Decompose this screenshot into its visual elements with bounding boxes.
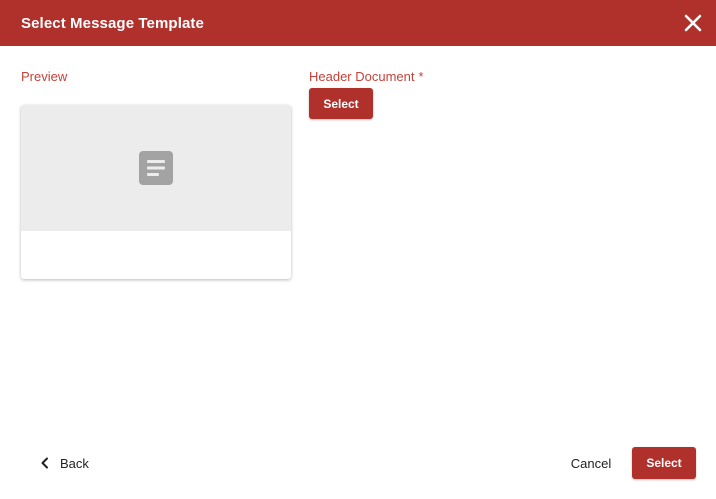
close-icon (684, 14, 702, 32)
select-message-template-dialog: Select Message Template Preview Header D… (0, 0, 716, 499)
required-marker: * (418, 69, 424, 84)
close-button[interactable] (682, 12, 704, 34)
select-button[interactable]: Select (632, 447, 696, 479)
header-document-label-text: Header Document (309, 69, 415, 84)
dialog-header: Select Message Template (0, 0, 716, 46)
cancel-button[interactable]: Cancel (560, 447, 622, 479)
dialog-title: Select Message Template (21, 14, 204, 32)
preview-label: Preview (21, 69, 68, 84)
chevron-left-icon (41, 457, 48, 469)
preview-card (21, 105, 291, 279)
back-label: Back (60, 455, 89, 471)
preview-media (21, 105, 291, 231)
select-header-document-button[interactable]: Select (309, 88, 373, 119)
header-document-label: Header Document * (309, 69, 424, 84)
back-button[interactable]: Back (40, 451, 89, 475)
document-icon (139, 151, 173, 185)
